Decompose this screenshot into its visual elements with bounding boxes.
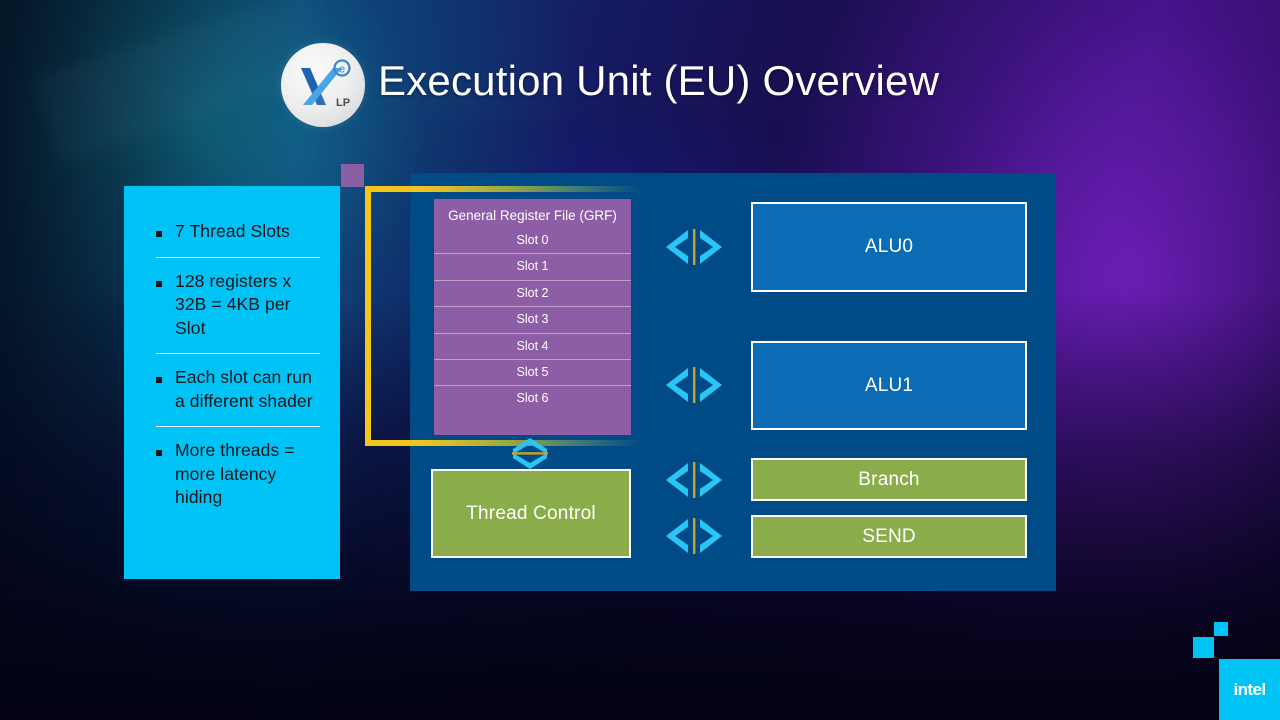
alu0-label: ALU0	[864, 236, 914, 257]
xe-lp-logo-icon: e LP	[281, 43, 365, 127]
grf-slot-list: Slot 0 Slot 1 Slot 2 Slot 3 Slot 4 Slot …	[434, 228, 631, 412]
callout-bullet-text: 7 Thread Slots	[175, 221, 290, 241]
grf-slot-row: Slot 1	[434, 253, 631, 279]
divider	[156, 256, 320, 258]
vertical-bidirectional-connector-icon	[511, 437, 549, 470]
thread-control-label: Thread Control	[466, 502, 596, 524]
alu1-label: ALU1	[864, 374, 914, 396]
branch-label: Branch	[858, 468, 920, 490]
send-block: SEND	[751, 515, 1027, 558]
connector-to-branch-icon	[663, 461, 725, 499]
grf-slot-row: Slot 5	[434, 358, 631, 385]
list-item: 128 registers x 32B = 4KB per Slot	[154, 270, 326, 341]
page-title: Execution Unit (EU) Overview	[378, 57, 940, 104]
callout-bullet-text: More threads = more latency hiding	[175, 440, 295, 507]
connector-grf-to-alu1-icon	[663, 366, 725, 404]
intel-accent-square-small	[1214, 622, 1228, 636]
intel-accent-square-medium	[1193, 637, 1214, 658]
intel-wordmark: intel	[1233, 679, 1267, 699]
bullet-marker-icon	[156, 231, 162, 237]
general-register-file-block: General Register File (GRF) Slot 0 Slot …	[434, 199, 631, 435]
list-item: More threads = more latency hiding	[154, 439, 326, 510]
svg-text:LP: LP	[336, 97, 350, 109]
intel-logo: intel	[1219, 659, 1280, 720]
accent-square	[341, 164, 364, 187]
grf-slot-row: Slot 6	[434, 385, 631, 411]
grf-slot-row: Slot 3	[434, 306, 631, 332]
callout-bullet-text: Each slot can run a different shader	[175, 367, 313, 411]
list-item: Each slot can run a different shader	[154, 366, 326, 413]
bullet-marker-icon	[156, 280, 162, 287]
grf-slot-row: Slot 0	[516, 233, 549, 247]
grf-title: General Register File (GRF)	[448, 208, 617, 223]
branch-block: Branch	[751, 458, 1027, 501]
list-item: 7 Thread Slots	[154, 220, 326, 244]
bullet-marker-icon	[156, 450, 162, 456]
connector-to-send-icon	[663, 517, 725, 555]
alu1-block: ALU1	[751, 341, 1027, 430]
grf-slot-row: Slot 4	[434, 332, 631, 359]
divider	[156, 353, 320, 354]
bullet-marker-icon	[156, 377, 162, 383]
alu0-block: ALU0	[751, 202, 1027, 292]
svg-text:e: e	[339, 64, 345, 76]
thread-control-block: Thread Control	[431, 469, 631, 558]
connector-grf-to-alu0-icon	[663, 228, 725, 266]
slide-root: e LP Execution Unit (EU) Overview 7 Thre…	[0, 0, 1280, 720]
send-label: SEND	[862, 525, 916, 547]
grf-slot-row: Slot 2	[434, 279, 631, 306]
divider	[156, 426, 320, 427]
callout-bullet-list: 7 Thread Slots 128 registers x 32B = 4KB…	[124, 186, 340, 579]
callout-panel: 7 Thread Slots 128 registers x 32B = 4KB…	[124, 186, 340, 579]
callout-bullet-text: 128 registers x 32B = 4KB per Slot	[175, 270, 292, 338]
